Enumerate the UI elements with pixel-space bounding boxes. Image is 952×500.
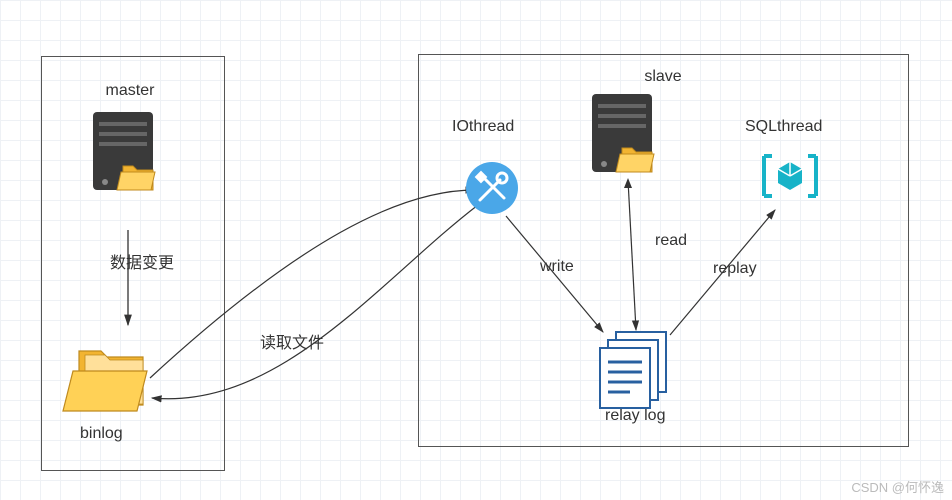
master-title: master: [100, 82, 160, 100]
sqlthread-label: SQLthread: [745, 118, 822, 136]
watermark: CSDN @何怀逸: [851, 477, 944, 496]
slave-title: slave: [638, 68, 688, 86]
edge-read-label: read: [655, 232, 687, 250]
edge-data-change-label: 数据变更: [110, 249, 174, 273]
edge-write-label: write: [540, 258, 574, 276]
binlog-label: binlog: [80, 425, 123, 443]
edge-read-file-label: 读取文件: [260, 329, 324, 353]
iothread-label: IOthread: [452, 118, 514, 136]
slave-box: [418, 54, 909, 447]
relaylog-label: relay log: [605, 407, 665, 425]
edge-replay-label: replay: [713, 260, 757, 278]
